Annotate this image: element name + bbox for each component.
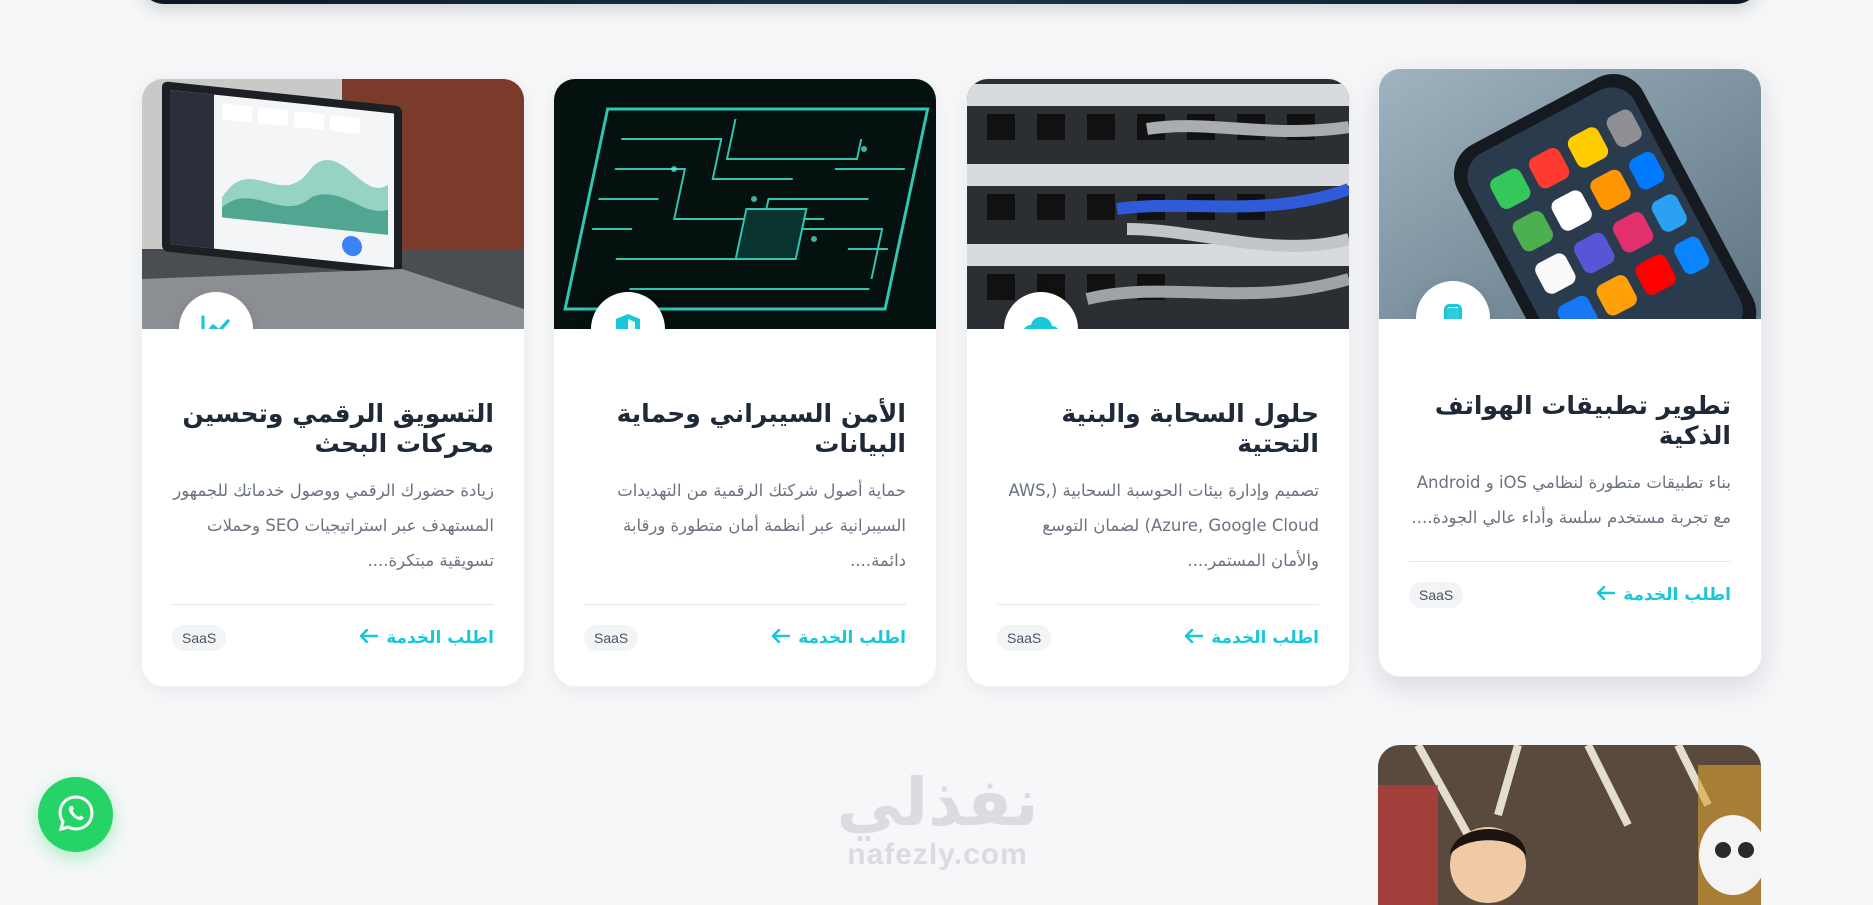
card-footer: SaaS اطلب الخدمة xyxy=(997,625,1319,651)
card-title: الأمن السيبراني وحماية البيانات xyxy=(616,399,906,458)
service-card-digital-marketing[interactable]: التسويق الرقمي وتحسين محركات البحث زيادة… xyxy=(141,78,525,687)
service-card-ai-robotics[interactable] xyxy=(1378,745,1761,905)
card-description: حماية أصول شركتك الرقمية من التهديدات ال… xyxy=(617,481,906,570)
whatsapp-icon xyxy=(56,793,96,837)
watermark-latin: nafezly.com xyxy=(847,838,1028,871)
service-card-cybersecurity[interactable]: الأمن السيبراني وحماية البيانات حماية أص… xyxy=(553,78,937,687)
service-card-cloud[interactable]: حلول السحابة والبنية التحتية تصميم وإدار… xyxy=(966,78,1350,687)
request-service-label: اطلب الخدمة xyxy=(798,628,906,648)
circuit-board-photo xyxy=(554,79,936,329)
watermark-arabic: نفذلي xyxy=(836,764,1039,841)
request-service-link[interactable]: اطلب الخدمة xyxy=(771,628,906,648)
card-divider xyxy=(997,604,1319,605)
arrow-left-icon xyxy=(771,628,791,648)
watermark: نفذلي nafezly.com xyxy=(810,768,1065,872)
card-description: تصميم وإدارة بيئات الحوسبة السحابية (AWS… xyxy=(1008,481,1319,570)
card-title: تطوير تطبيقات الهواتف الذكية xyxy=(1434,391,1731,450)
arrow-left-icon xyxy=(359,628,379,648)
request-service-label: اطلب الخدمة xyxy=(386,628,494,648)
tag-badge: SaaS xyxy=(172,625,227,651)
card-title: حلول السحابة والبنية التحتية xyxy=(1061,399,1319,458)
request-service-label: اطلب الخدمة xyxy=(1211,628,1319,648)
card-title: التسويق الرقمي وتحسين محركات البحث xyxy=(182,399,494,458)
card-footer: SaaS اطلب الخدمة xyxy=(172,625,494,651)
card-description: بناء تطبيقات متطورة لنظامي iOS و Android… xyxy=(1411,473,1731,527)
tag-badge: SaaS xyxy=(1409,582,1464,608)
card-description: زيادة حضورك الرقمي ووصول خدماتك للجمهور … xyxy=(173,481,494,570)
card-divider xyxy=(584,604,906,605)
request-service-link[interactable]: اطلب الخدمة xyxy=(359,628,494,648)
arrow-left-icon xyxy=(1184,628,1204,648)
server-cables-photo xyxy=(967,79,1349,329)
request-service-label: اطلب الخدمة xyxy=(1623,585,1731,605)
arrow-left-icon xyxy=(1596,585,1616,605)
request-service-link[interactable]: اطلب الخدمة xyxy=(1596,585,1731,605)
whatsapp-button[interactable] xyxy=(38,777,113,852)
tag-badge: SaaS xyxy=(584,625,639,651)
laptop-dashboard-photo xyxy=(142,79,524,329)
card-divider xyxy=(172,604,494,605)
smartphone-photo xyxy=(1379,69,1761,319)
request-service-link[interactable]: اطلب الخدمة xyxy=(1184,628,1319,648)
tag-badge: SaaS xyxy=(997,625,1052,651)
service-card-mobile-apps[interactable]: تطوير تطبيقات الهواتف الذكية بناء تطبيقا… xyxy=(1378,68,1762,677)
hero-banner-bottom-edge xyxy=(140,0,1760,4)
card-footer: SaaS اطلب الخدمة xyxy=(1409,582,1731,608)
card-footer: SaaS اطلب الخدمة xyxy=(584,625,906,651)
robot-child-photo xyxy=(1378,745,1761,905)
card-divider xyxy=(1409,561,1731,562)
